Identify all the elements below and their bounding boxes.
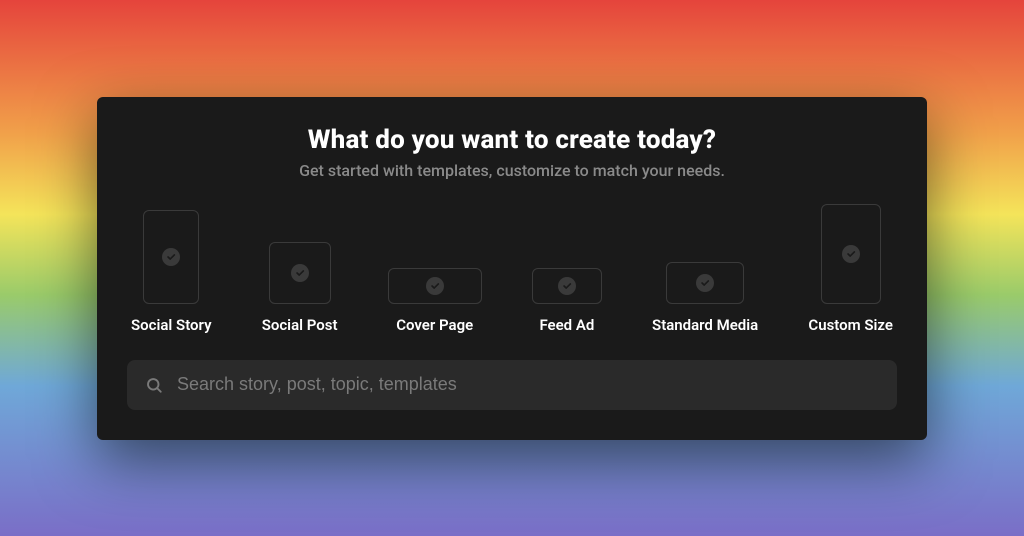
template-label: Cover Page bbox=[396, 316, 473, 334]
template-list: Social Story Social Post Cover Page bbox=[127, 204, 897, 334]
check-icon bbox=[558, 277, 576, 295]
check-icon bbox=[291, 264, 309, 282]
template-label: Social Post bbox=[262, 316, 338, 334]
panel-subtitle: Get started with templates, customize to… bbox=[127, 161, 897, 180]
template-thumb bbox=[666, 262, 744, 304]
template-thumb bbox=[532, 268, 602, 304]
panel-title: What do you want to create today? bbox=[127, 125, 897, 155]
create-panel: What do you want to create today? Get st… bbox=[97, 97, 927, 440]
template-feed-ad[interactable]: Feed Ad bbox=[532, 268, 602, 334]
template-social-story[interactable]: Social Story bbox=[131, 210, 212, 334]
template-cover-page[interactable]: Cover Page bbox=[388, 268, 482, 334]
template-standard-media[interactable]: Standard Media bbox=[652, 262, 758, 334]
search-bar[interactable] bbox=[127, 360, 897, 410]
check-icon bbox=[162, 248, 180, 266]
template-social-post[interactable]: Social Post bbox=[262, 242, 338, 334]
check-icon bbox=[426, 277, 444, 295]
check-icon bbox=[842, 245, 860, 263]
template-label: Feed Ad bbox=[539, 316, 594, 334]
search-icon bbox=[145, 376, 163, 394]
template-label: Social Story bbox=[131, 316, 212, 334]
page-background: What do you want to create today? Get st… bbox=[0, 0, 1024, 536]
template-thumb bbox=[821, 204, 881, 304]
check-icon bbox=[696, 274, 714, 292]
template-thumb bbox=[143, 210, 199, 304]
template-label: Standard Media bbox=[652, 316, 758, 334]
template-label: Custom Size bbox=[808, 316, 893, 334]
search-input[interactable] bbox=[177, 374, 879, 395]
template-custom-size[interactable]: Custom Size bbox=[808, 204, 893, 334]
template-thumb bbox=[388, 268, 482, 304]
template-thumb bbox=[269, 242, 331, 304]
